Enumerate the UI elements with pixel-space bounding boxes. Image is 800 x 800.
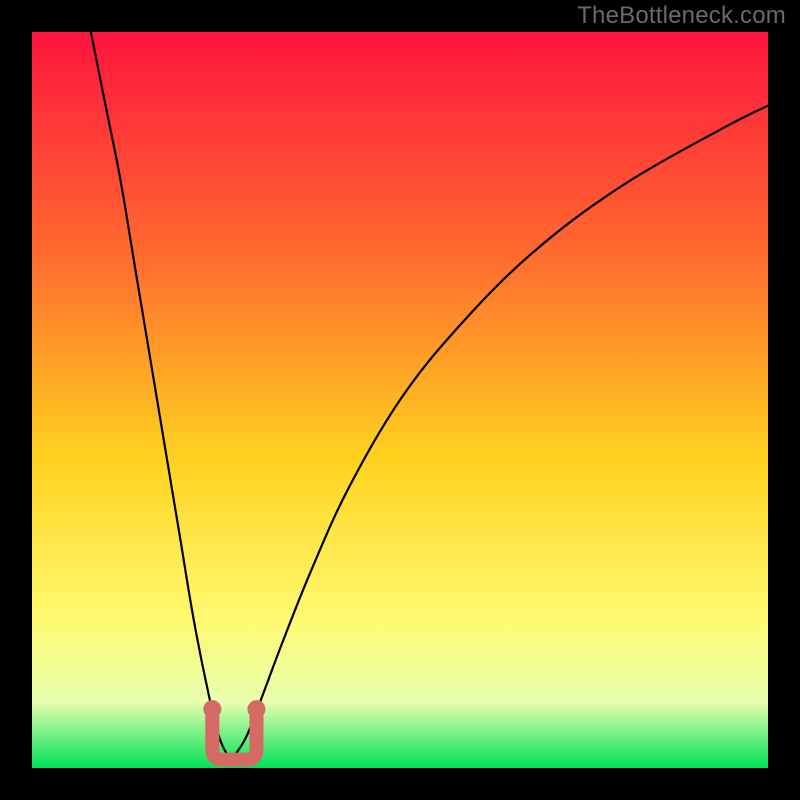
chart-frame: TheBottleneck.com xyxy=(0,0,800,800)
range-marker-left xyxy=(203,700,221,718)
watermark-text: TheBottleneck.com xyxy=(577,2,786,30)
chart-plot-area xyxy=(32,32,768,768)
chart-svg xyxy=(32,32,768,768)
range-marker-right xyxy=(247,700,265,718)
